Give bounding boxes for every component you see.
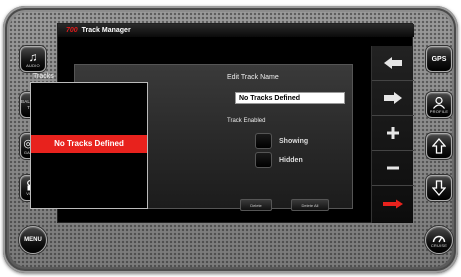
delete-all-button[interactable]: Delete All	[291, 199, 329, 211]
arrow-up-icon	[432, 138, 446, 154]
hidden-checkbox[interactable]	[255, 152, 272, 168]
tracks-label: Tracks	[33, 73, 54, 80]
tracks-list[interactable]: No Tracks Defined	[30, 82, 148, 209]
arrow-down-icon	[432, 180, 446, 196]
enter-button[interactable]	[372, 186, 414, 221]
profile-button[interactable]: PROFILE	[426, 92, 452, 118]
plus-button[interactable]	[372, 116, 414, 151]
minus-button[interactable]	[372, 151, 414, 186]
arrow-right-icon	[384, 92, 402, 104]
hidden-label: Hidden	[279, 157, 303, 164]
nav-right-button[interactable]	[372, 81, 414, 116]
window-title: Track Manager	[81, 27, 131, 34]
cruise-caption: CRUISE	[430, 242, 448, 248]
plus-icon	[387, 127, 399, 139]
speedometer-icon	[432, 235, 446, 242]
track-name-input[interactable]: No Tracks Defined	[235, 92, 345, 104]
audio-caption: AUDIO	[26, 62, 40, 68]
arrow-left-icon	[384, 57, 402, 69]
nav-column	[371, 46, 414, 223]
minus-icon	[387, 166, 399, 170]
gps-button[interactable]: GPS	[426, 46, 452, 72]
gps-caption: GPS	[431, 55, 447, 63]
showing-checkbox[interactable]	[255, 133, 272, 149]
up-button[interactable]	[426, 133, 452, 159]
title-bar: 700 Track Manager	[58, 24, 414, 37]
profile-icon	[433, 96, 445, 109]
brand-logo: 700	[66, 27, 78, 34]
down-button[interactable]	[426, 175, 452, 201]
red-arrow-right-icon	[383, 199, 403, 208]
cruise-button[interactable]: CRUISE	[425, 226, 453, 254]
list-item[interactable]: No Tracks Defined	[31, 135, 147, 153]
edit-track-name-label: Edit Track Name	[227, 74, 279, 81]
showing-label: Showing	[279, 138, 309, 145]
menu-button[interactable]: MENU	[19, 226, 47, 254]
audio-button[interactable]: ♫ AUDIO	[20, 46, 46, 72]
nav-left-button[interactable]	[372, 46, 414, 81]
delete-button[interactable]: Delete	[240, 199, 272, 211]
music-note-icon: ♫	[28, 49, 38, 64]
track-enabled-label: Track Enabled	[227, 118, 266, 124]
menu-caption: MENU	[24, 237, 42, 243]
profile-caption: PROFILE	[429, 108, 449, 114]
